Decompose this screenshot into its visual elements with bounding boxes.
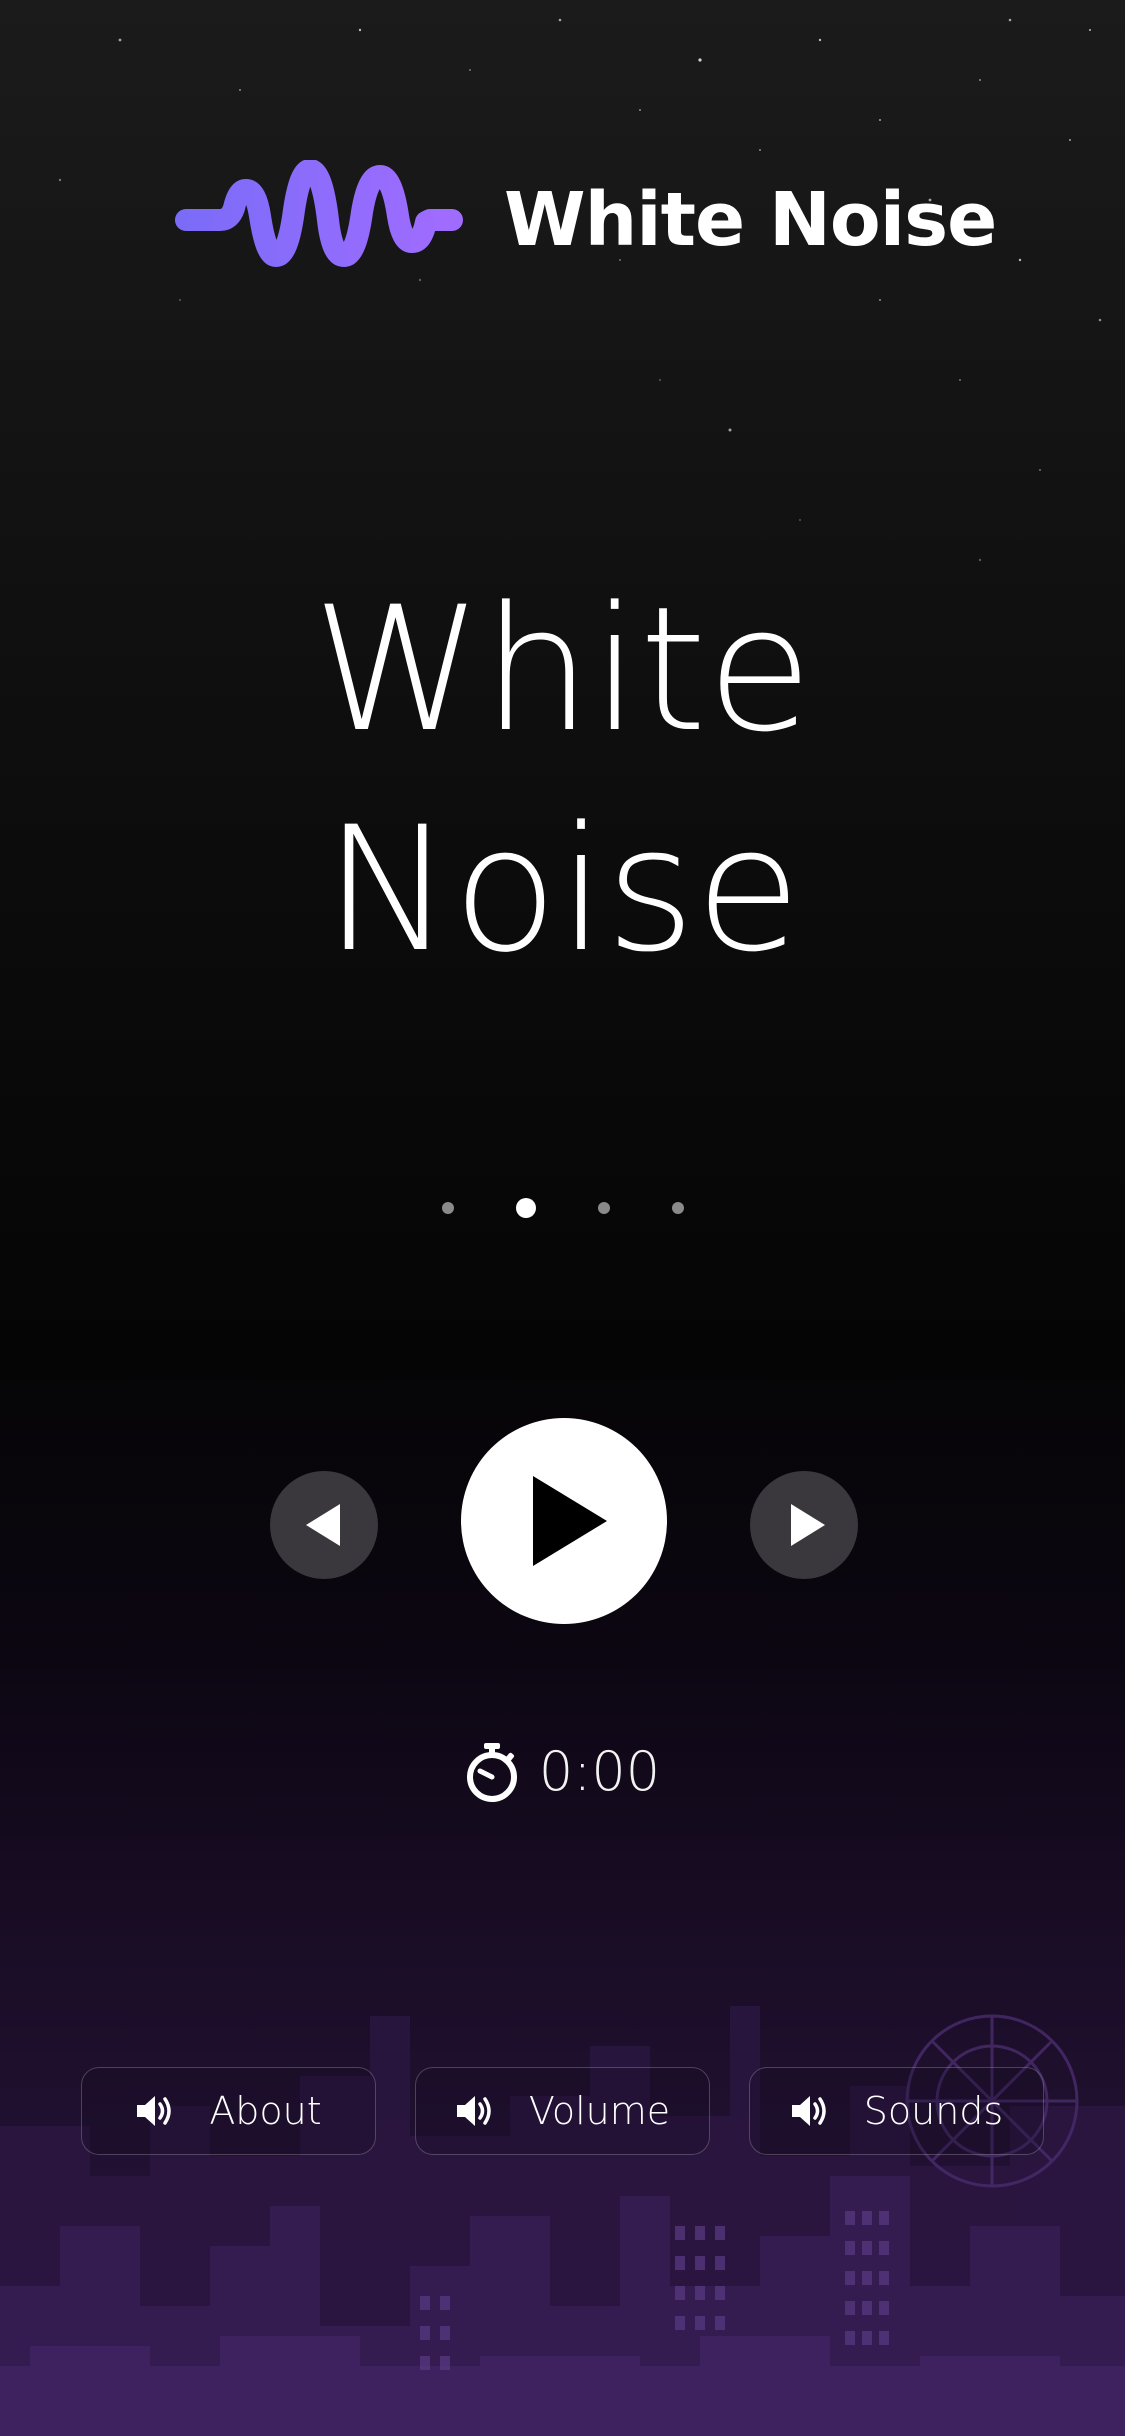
speaker-icon [791,2096,826,2126]
sound-title-line1: White [312,569,813,770]
triangle-right-icon [791,1504,825,1546]
volume-button[interactable]: Volume [415,2067,710,2155]
play-button[interactable] [461,1418,667,1624]
page-dot[interactable] [441,1202,454,1214]
page-dot-active[interactable] [515,1198,536,1218]
sound-wave-icon [175,160,463,267]
timer-value: 0:00 [538,1740,661,1803]
speaker-icon [137,2096,172,2126]
triangle-left-icon [306,1504,340,1546]
page-dot[interactable] [597,1202,610,1214]
play-icon [533,1476,607,1566]
about-label: About [209,2089,322,2133]
volume-label: Volume [528,2089,671,2133]
bottom-nav: About Volume Sounds [81,2067,1044,2157]
app-title: White Noise [504,177,997,263]
next-button[interactable] [750,1471,858,1579]
previous-button[interactable] [270,1471,378,1579]
sound-title-line2: Noise [323,789,802,990]
sound-title: White Noise [0,560,1125,1000]
sounds-label: Sounds [863,2089,1004,2133]
page-dot[interactable] [671,1202,684,1214]
playback-controls [0,1418,1125,1624]
city-skyline-illustration [0,2006,1125,2436]
page-indicator [0,1198,1125,1218]
about-button[interactable]: About [81,2067,376,2155]
app-brand: White Noise [172,160,997,280]
sounds-button[interactable]: Sounds [749,2067,1044,2155]
sleep-timer[interactable]: 0:00 [0,1740,1125,1803]
speaker-icon [456,2096,491,2126]
stopwatch-icon [466,1742,517,1802]
